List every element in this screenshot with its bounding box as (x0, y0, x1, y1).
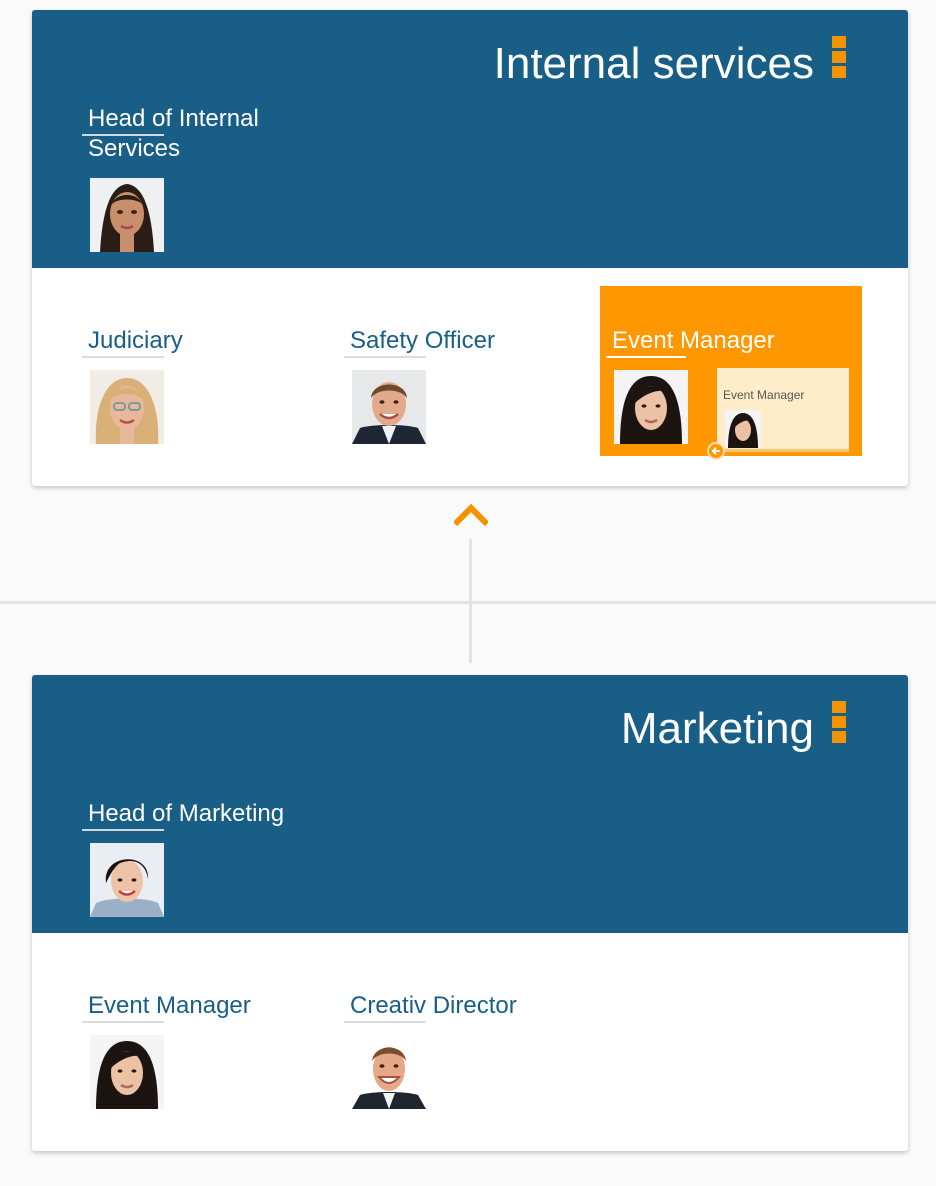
role-label[interactable]: Head of Marketing (82, 799, 284, 831)
chevron-up-icon[interactable] (452, 503, 490, 531)
popup-person-photo (725, 410, 761, 448)
member-creativ-director: Creativ Director (344, 991, 517, 1109)
role-label[interactable]: Event Manager (606, 326, 775, 358)
popup-role-label: Event Manager (723, 388, 805, 402)
person-photo[interactable] (90, 178, 164, 252)
unit-title: Marketing (620, 704, 814, 753)
member-event-manager: Event Manager (82, 991, 251, 1109)
popup-underline (725, 449, 849, 452)
role-label[interactable]: Event Manager (82, 991, 251, 1023)
person-photo[interactable] (90, 843, 164, 917)
unit-card-marketing: Marketing Head of Marketing Event Manage… (32, 675, 908, 1151)
unit-card-internal-services: Internal services Head of Internal Servi… (32, 10, 908, 486)
person-photo[interactable] (614, 370, 688, 444)
level-divider (0, 601, 936, 604)
member-event-manager-selected[interactable]: Event Manager Event Manager (600, 286, 862, 460)
connector-line (469, 539, 472, 663)
person-photo[interactable] (352, 1035, 426, 1109)
head-of-unit: Head of Internal Services (82, 104, 298, 252)
member-judiciary: Judiciary (82, 326, 183, 444)
role-label[interactable]: Creativ Director (344, 991, 517, 1023)
person-photo[interactable] (352, 370, 426, 444)
role-label[interactable]: Safety Officer (344, 326, 495, 358)
head-of-unit: Head of Marketing (82, 799, 284, 917)
unit-header: Marketing Head of Marketing (32, 675, 908, 933)
menu-bars-icon[interactable] (832, 701, 846, 746)
unit-header: Internal services Head of Internal Servi… (32, 10, 908, 268)
arrow-left-icon[interactable] (707, 442, 725, 460)
role-label[interactable]: Head of Internal Services (82, 104, 298, 164)
role-label[interactable]: Judiciary (82, 326, 183, 358)
member-safety-officer: Safety Officer (344, 326, 495, 444)
menu-bars-icon[interactable] (832, 36, 846, 81)
person-photo[interactable] (90, 1035, 164, 1109)
assignment-popup[interactable]: Event Manager (717, 368, 849, 452)
person-photo[interactable] (90, 370, 164, 444)
unit-title: Internal services (493, 39, 814, 88)
